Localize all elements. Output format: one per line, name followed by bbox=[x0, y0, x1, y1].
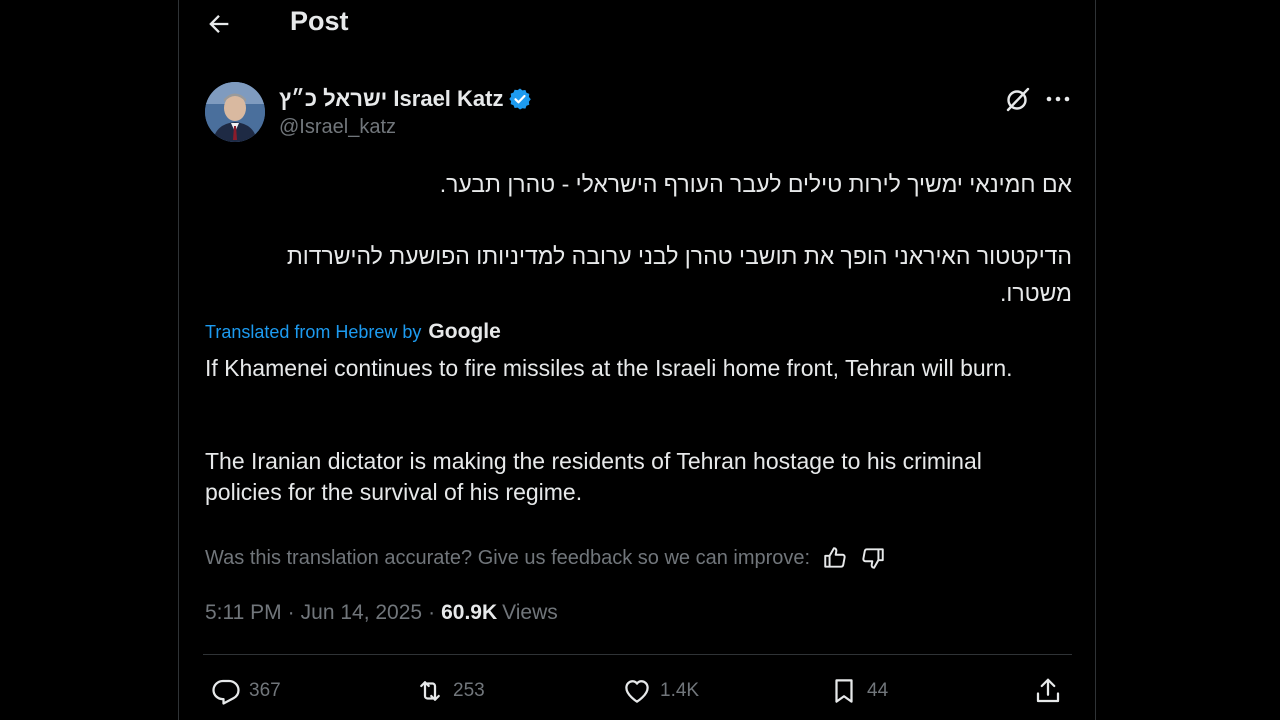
grok-icon[interactable] bbox=[1005, 86, 1031, 112]
author-handle[interactable]: @Israel_katz bbox=[279, 116, 396, 139]
display-name[interactable]: ישראל כ״ץ Israel Katz bbox=[279, 86, 503, 112]
repost-icon bbox=[420, 681, 440, 701]
feedback-prompt: Was this translation accurate? Give us f… bbox=[205, 546, 811, 569]
translated-from-label[interactable]: Translated from Hebrew by bbox=[205, 322, 421, 343]
arrow-left-icon[interactable] bbox=[205, 10, 233, 38]
share-button[interactable] bbox=[1033, 675, 1063, 707]
post-column: Post ישראל כ״ץ Israel Katz @Israel_katz … bbox=[178, 0, 1096, 720]
post-time[interactable]: 5:11 PM bbox=[205, 601, 282, 625]
verified-badge-icon bbox=[509, 88, 532, 110]
google-logo: Google bbox=[428, 320, 501, 343]
meta-separator: · bbox=[287, 601, 295, 624]
divider bbox=[203, 654, 1072, 655]
reply-icon bbox=[212, 679, 240, 705]
repost-button[interactable]: 253 bbox=[415, 675, 485, 707]
reply-count: 367 bbox=[249, 680, 281, 701]
english-paragraph-2: The Iranian dictator is making the resid… bbox=[205, 448, 982, 505]
thumbs-up-icon[interactable] bbox=[822, 545, 848, 571]
heart-icon bbox=[625, 680, 649, 703]
like-count: 1.4K bbox=[660, 680, 700, 701]
post-header: Post bbox=[179, 0, 1095, 50]
like-button[interactable]: 1.4K bbox=[622, 675, 699, 707]
repost-count: 253 bbox=[453, 680, 485, 701]
avatar[interactable] bbox=[205, 82, 265, 142]
views-label: Views bbox=[502, 601, 558, 624]
author-name-line: ישראל כ״ץ Israel Katz bbox=[279, 84, 532, 114]
post-date[interactable]: Jun 14, 2025 bbox=[301, 601, 422, 625]
translation-feedback: Was this translation accurate? Give us f… bbox=[205, 544, 886, 572]
bookmark-icon bbox=[835, 679, 853, 703]
bookmark-count: 44 bbox=[867, 680, 889, 701]
english-paragraph-1: If Khamenei continues to fire missiles a… bbox=[205, 355, 1013, 381]
bookmark-button[interactable]: 44 bbox=[829, 675, 888, 707]
translation-attribution: Translated from Hebrew by Google bbox=[205, 318, 501, 346]
hebrew-paragraph-1: אם חמינאי ימשיך לירות טילים לעבר העורף ה… bbox=[439, 171, 1072, 197]
views-count: 60.9K bbox=[441, 601, 498, 624]
share-icon bbox=[1036, 678, 1060, 703]
post-meta: 5:11 PM · Jun 14, 2025 · 60.9K Views bbox=[205, 599, 558, 627]
hebrew-paragraph-2: הדיקטטור האיראני הופך את תושבי טהרן לבני… bbox=[286, 243, 1072, 306]
meta-separator: · bbox=[428, 601, 436, 624]
thumbs-down-icon[interactable] bbox=[860, 545, 886, 571]
page-title: Post bbox=[290, 6, 349, 36]
more-horizontal-icon[interactable] bbox=[1045, 88, 1071, 110]
reply-button[interactable]: 367 bbox=[211, 675, 281, 707]
